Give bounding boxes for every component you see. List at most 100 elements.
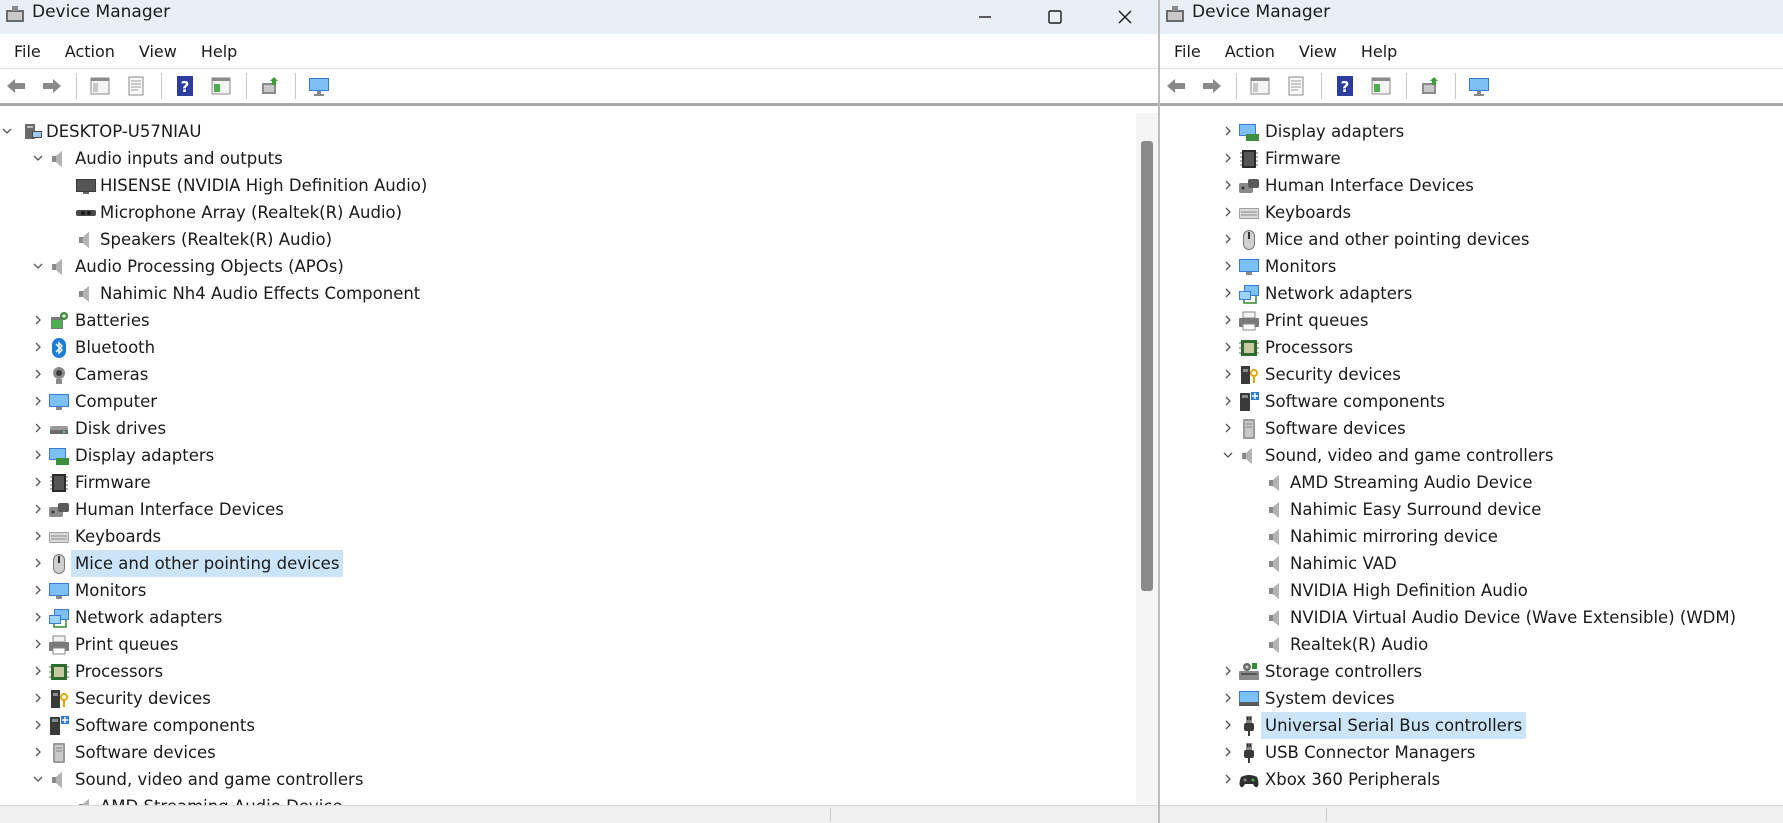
tree-item[interactable]: Disk drives [0,415,1158,442]
chevron-right-icon[interactable] [32,503,44,515]
tree-item[interactable]: Nahimic Easy Surround device [1160,496,1783,523]
tree-item[interactable]: Xbox 360 Peripherals [1160,766,1783,793]
menu-view[interactable]: View [1291,38,1345,65]
chevron-right-icon[interactable] [1222,233,1234,245]
tree-item[interactable]: Software devices [1160,415,1783,442]
tree-item[interactable]: Software components [0,712,1158,739]
tree-item[interactable]: Batteries [0,307,1158,334]
close-button[interactable] [1090,0,1158,34]
tree-item[interactable]: Print queues [0,631,1158,658]
chevron-right-icon[interactable] [1222,152,1234,164]
chevron-right-icon[interactable] [32,314,44,326]
chevron-right-icon[interactable] [32,611,44,623]
tree-item[interactable]: Universal Serial Bus controllers [1160,712,1783,739]
menu-file[interactable]: File [6,38,49,65]
tree-item[interactable]: Monitors [0,577,1158,604]
menu-file[interactable]: File [1166,38,1209,65]
show-hide-console-tree-button[interactable] [85,72,115,100]
update-driver-button[interactable] [1366,72,1396,100]
chevron-right-icon[interactable] [1222,314,1234,326]
back-arrow-button[interactable] [0,72,30,100]
chevron-right-icon[interactable] [32,395,44,407]
scan-hardware-button[interactable] [1415,72,1445,100]
tree-item[interactable]: Nahimic mirroring device [1160,523,1783,550]
tree-item[interactable]: Cameras [0,361,1158,388]
chevron-down-icon[interactable] [32,152,44,164]
chevron-right-icon[interactable] [32,530,44,542]
tree-item[interactable]: Speakers (Realtek(R) Audio) [0,226,1158,253]
computer-display-button[interactable] [1464,72,1494,100]
properties-button[interactable] [121,72,151,100]
tree-item[interactable]: AMD Streaming Audio Device [0,793,1158,805]
forward-arrow-button[interactable] [1196,72,1226,100]
tree-item[interactable]: Bluetooth [0,334,1158,361]
tree-item[interactable]: Monitors [1160,253,1783,280]
tree-item[interactable]: Processors [0,658,1158,685]
tree-item[interactable]: Computer [0,388,1158,415]
chevron-right-icon[interactable] [1222,368,1234,380]
chevron-right-icon[interactable] [32,422,44,434]
scrollbar-thumb[interactable] [1141,141,1153,591]
title-bar[interactable]: Device Manager [0,0,1158,34]
tree-item[interactable]: Human Interface Devices [1160,172,1783,199]
chevron-right-icon[interactable] [1222,287,1234,299]
help-button[interactable]: ? [1330,72,1360,100]
forward-arrow-button[interactable] [36,72,66,100]
chevron-down-icon[interactable] [32,773,44,785]
tree-item[interactable]: Security devices [0,685,1158,712]
help-button[interactable]: ? [170,72,200,100]
maximize-button[interactable] [1020,0,1090,34]
tree-item[interactable]: AMD Streaming Audio Device [1160,469,1783,496]
chevron-right-icon[interactable] [1222,719,1234,731]
chevron-right-icon[interactable] [32,746,44,758]
menu-view[interactable]: View [131,38,185,65]
chevron-right-icon[interactable] [32,665,44,677]
tree-item[interactable]: Keyboards [0,523,1158,550]
tree-item[interactable]: DESKTOP-U57NIAU [0,118,1158,145]
chevron-right-icon[interactable] [32,557,44,569]
chevron-right-icon[interactable] [32,638,44,650]
back-arrow-button[interactable] [1160,72,1190,100]
chevron-right-icon[interactable] [32,368,44,380]
chevron-right-icon[interactable] [1222,665,1234,677]
chevron-down-icon[interactable] [32,260,44,272]
chevron-right-icon[interactable] [32,719,44,731]
chevron-right-icon[interactable] [1222,692,1234,704]
update-driver-button[interactable] [206,72,236,100]
title-bar[interactable]: Device Manager [1160,0,1783,34]
tree-item[interactable]: Security devices [1160,361,1783,388]
chevron-right-icon[interactable] [1222,773,1234,785]
chevron-down-icon[interactable] [1222,449,1234,461]
chevron-right-icon[interactable] [1222,179,1234,191]
tree-item[interactable]: Firmware [1160,145,1783,172]
properties-button[interactable] [1281,72,1311,100]
tree-item[interactable]: NVIDIA High Definition Audio [1160,577,1783,604]
tree-item[interactable]: Display adapters [1160,118,1783,145]
chevron-right-icon[interactable] [1222,260,1234,272]
tree-item[interactable]: HISENSE (NVIDIA High Definition Audio) [0,172,1158,199]
tree-item[interactable]: Sound, video and game controllers [1160,442,1783,469]
tree-item[interactable]: NVIDIA Virtual Audio Device (Wave Extens… [1160,604,1783,631]
menu-action[interactable]: Action [1217,38,1283,65]
menu-action[interactable]: Action [57,38,123,65]
tree-item[interactable]: Audio inputs and outputs [0,145,1158,172]
minimize-button[interactable] [950,0,1020,34]
tree-item[interactable]: Firmware [0,469,1158,496]
chevron-right-icon[interactable] [1222,422,1234,434]
show-hide-console-tree-button[interactable] [1245,72,1275,100]
tree-item[interactable]: Nahimic Nh4 Audio Effects Component [0,280,1158,307]
tree-item[interactable]: Software components [1160,388,1783,415]
chevron-right-icon[interactable] [32,584,44,596]
chevron-down-icon[interactable] [1,125,13,137]
chevron-right-icon[interactable] [32,476,44,488]
tree-item[interactable]: Microphone Array (Realtek(R) Audio) [0,199,1158,226]
tree-item[interactable]: Sound, video and game controllers [0,766,1158,793]
menu-help[interactable]: Help [193,38,245,65]
chevron-right-icon[interactable] [1222,341,1234,353]
menu-help[interactable]: Help [1353,38,1405,65]
tree-item[interactable]: System devices [1160,685,1783,712]
chevron-right-icon[interactable] [32,692,44,704]
chevron-right-icon[interactable] [1222,395,1234,407]
chevron-right-icon[interactable] [1222,125,1234,137]
tree-item[interactable]: Network adapters [0,604,1158,631]
